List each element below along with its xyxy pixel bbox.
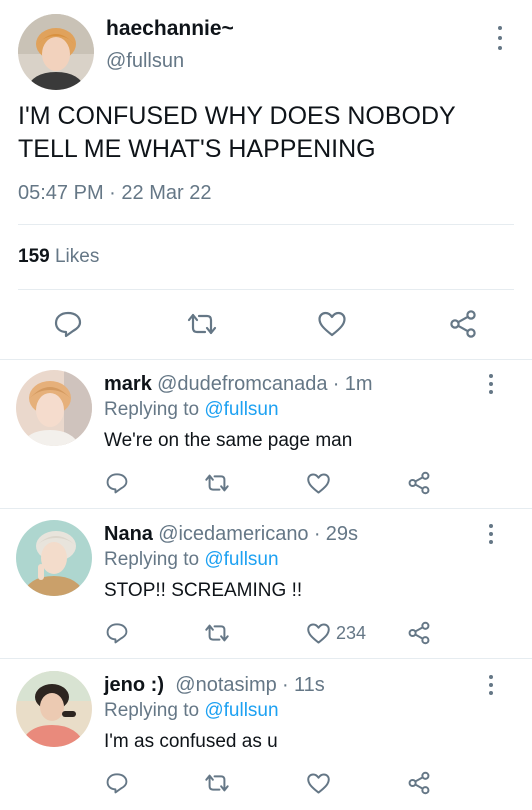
avatar[interactable] (16, 671, 92, 747)
share-button[interactable] (446, 307, 480, 341)
retweet-icon (187, 313, 217, 335)
share-icon (408, 471, 430, 495)
more-vertical-icon (489, 374, 493, 378)
reply-text: We're on the same page man (104, 430, 353, 451)
share-button[interactable] (405, 469, 433, 497)
reply-icon (106, 623, 128, 644)
reply-time: 29s (325, 523, 359, 545)
tweet-date: 22 Mar 22 (121, 182, 212, 204)
avatar-photo (16, 520, 92, 596)
replying-to-handle[interactable]: @fullsun (204, 399, 278, 420)
share-icon (408, 771, 430, 795)
divider (0, 508, 532, 509)
divider (18, 224, 514, 225)
likes-label: Likes (54, 246, 100, 267)
divider (0, 658, 532, 659)
like-button[interactable] (304, 770, 332, 796)
reply-icon (106, 773, 128, 794)
reply-author-handle[interactable]: @notasimp (175, 674, 276, 696)
reply-text: STOP!! SCREAMING !! (104, 580, 303, 601)
reply-author-handle[interactable]: @dudefromcanada (157, 373, 327, 395)
replying-to: Replying to @fullsun (104, 700, 279, 722)
share-icon (450, 310, 476, 338)
more-vertical-icon (489, 675, 493, 679)
replying-to-label: Replying to (104, 700, 200, 721)
reply-icon (54, 311, 82, 338)
reply-author-name[interactable]: mark (104, 373, 152, 395)
heart-icon (306, 472, 330, 494)
reply-header: Nana @icedamericano · 29s (104, 523, 359, 545)
tweet-time: 05:47 PM (18, 182, 104, 204)
heart-icon (318, 311, 346, 337)
more-options-button[interactable] (485, 374, 497, 394)
like-button[interactable] (316, 308, 348, 340)
share-icon (408, 621, 430, 645)
reply-author-name[interactable]: jeno :) (104, 674, 164, 696)
share-button[interactable] (405, 769, 433, 797)
reply-icon (106, 473, 128, 494)
reply-header: mark @dudefromcanada · 1m (104, 373, 373, 395)
reply-button[interactable] (104, 470, 130, 496)
replying-to-label: Replying to (104, 399, 200, 420)
like-button[interactable] (304, 470, 332, 496)
like-count: 234 (336, 623, 367, 643)
more-options-button[interactable] (485, 675, 497, 695)
divider (0, 359, 532, 360)
tweet-text-line-2: TELL ME WHAT'S HAPPENING (18, 135, 376, 163)
reply-author-name[interactable]: Nana (104, 523, 153, 545)
avatar-photo (16, 370, 92, 446)
replying-to-handle[interactable]: @fullsun (204, 700, 278, 721)
reply-button[interactable] (104, 620, 130, 646)
retweet-button[interactable] (202, 620, 232, 646)
reply-author-handle[interactable]: @icedamericano (158, 523, 308, 545)
avatar-photo (18, 14, 94, 90)
more-options-button[interactable] (485, 524, 497, 544)
likes-stat[interactable]: 159 Likes (18, 246, 99, 268)
tweet-timestamp[interactable]: 05:47 PM · 22 Mar 22 (18, 182, 211, 205)
author-display-name[interactable]: haechannie~ (106, 17, 234, 41)
reply-header: jeno :) @notasimp · 11s (104, 674, 325, 696)
more-vertical-icon (498, 26, 502, 30)
retweet-icon (205, 624, 229, 642)
retweet-icon (205, 474, 229, 492)
replying-to: Replying to @fullsun (104, 549, 279, 571)
replying-to: Replying to @fullsun (104, 399, 279, 421)
avatar-photo (16, 671, 92, 747)
avatar[interactable] (18, 14, 94, 90)
avatar[interactable] (16, 370, 92, 446)
likes-count: 159 (18, 246, 50, 267)
heart-icon (306, 622, 330, 644)
retweet-button[interactable] (184, 308, 220, 340)
retweet-button[interactable] (202, 470, 232, 496)
like-button[interactable] (304, 620, 332, 646)
tweet-text-line-1: I'M CONFUSED WHY DOES NOBODY (18, 102, 456, 130)
reply-text: I'm as confused as u (104, 731, 278, 752)
more-vertical-icon (489, 524, 493, 528)
avatar[interactable] (16, 520, 92, 596)
timestamp-separator: · (109, 182, 116, 204)
reply-time: 1m (344, 373, 373, 395)
replying-to-handle[interactable]: @fullsun (204, 549, 278, 570)
share-button[interactable] (405, 619, 433, 647)
author-handle[interactable]: @fullsun (106, 50, 184, 73)
reply-button[interactable] (52, 308, 84, 340)
retweet-icon (205, 774, 229, 792)
more-options-button[interactable] (494, 26, 506, 50)
heart-icon (306, 772, 330, 794)
reply-time: 11s (293, 674, 325, 696)
reply-button[interactable] (104, 770, 130, 796)
replying-to-label: Replying to (104, 549, 200, 570)
retweet-button[interactable] (202, 770, 232, 796)
divider (18, 289, 514, 290)
